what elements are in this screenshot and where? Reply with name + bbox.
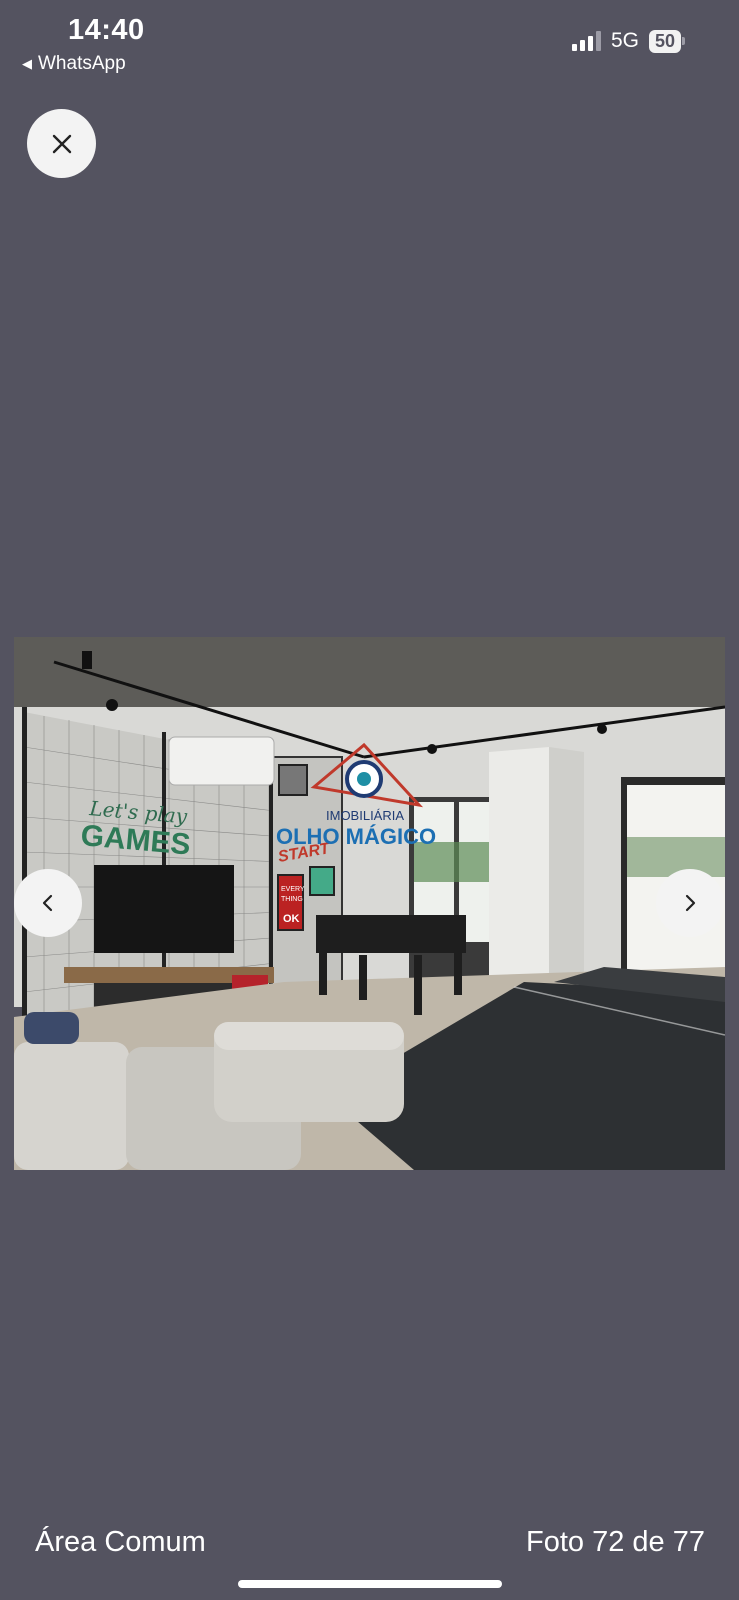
watermark-olho-magico: OLHO MÁGICO bbox=[276, 824, 436, 849]
photo-caption: Área Comum bbox=[35, 1526, 206, 1558]
close-button[interactable] bbox=[27, 109, 96, 178]
back-triangle-icon: ◀ bbox=[22, 56, 32, 71]
cellular-signal-icon bbox=[571, 31, 601, 51]
previous-photo-button[interactable] bbox=[14, 869, 82, 937]
poster-text-ok: OK bbox=[283, 913, 300, 925]
status-time: 14:40 bbox=[68, 14, 145, 46]
home-indicator[interactable] bbox=[238, 1580, 502, 1588]
next-photo-button[interactable] bbox=[656, 869, 724, 937]
back-to-whatsapp-link[interactable]: ◀ WhatsApp bbox=[22, 53, 126, 75]
chevron-right-icon bbox=[685, 894, 696, 912]
poster-text-thing: THING bbox=[281, 896, 303, 903]
photo-counter: Foto 72 de 77 bbox=[526, 1526, 705, 1558]
close-icon bbox=[52, 134, 71, 153]
status-indicators: 5G 50 bbox=[571, 29, 685, 53]
chevron-left-icon bbox=[42, 894, 53, 912]
battery-level: 50 bbox=[648, 29, 681, 53]
watermark-imobiliaria: IMOBILIÁRIA bbox=[326, 808, 404, 823]
network-type: 5G bbox=[610, 29, 639, 52]
poster-text-every: EVERY bbox=[281, 886, 305, 893]
battery-icon: 50 bbox=[648, 29, 685, 53]
back-app-label: WhatsApp bbox=[38, 53, 126, 74]
gallery-photo: Let's play GAMES START EVERY THING OK IM… bbox=[14, 637, 725, 1170]
